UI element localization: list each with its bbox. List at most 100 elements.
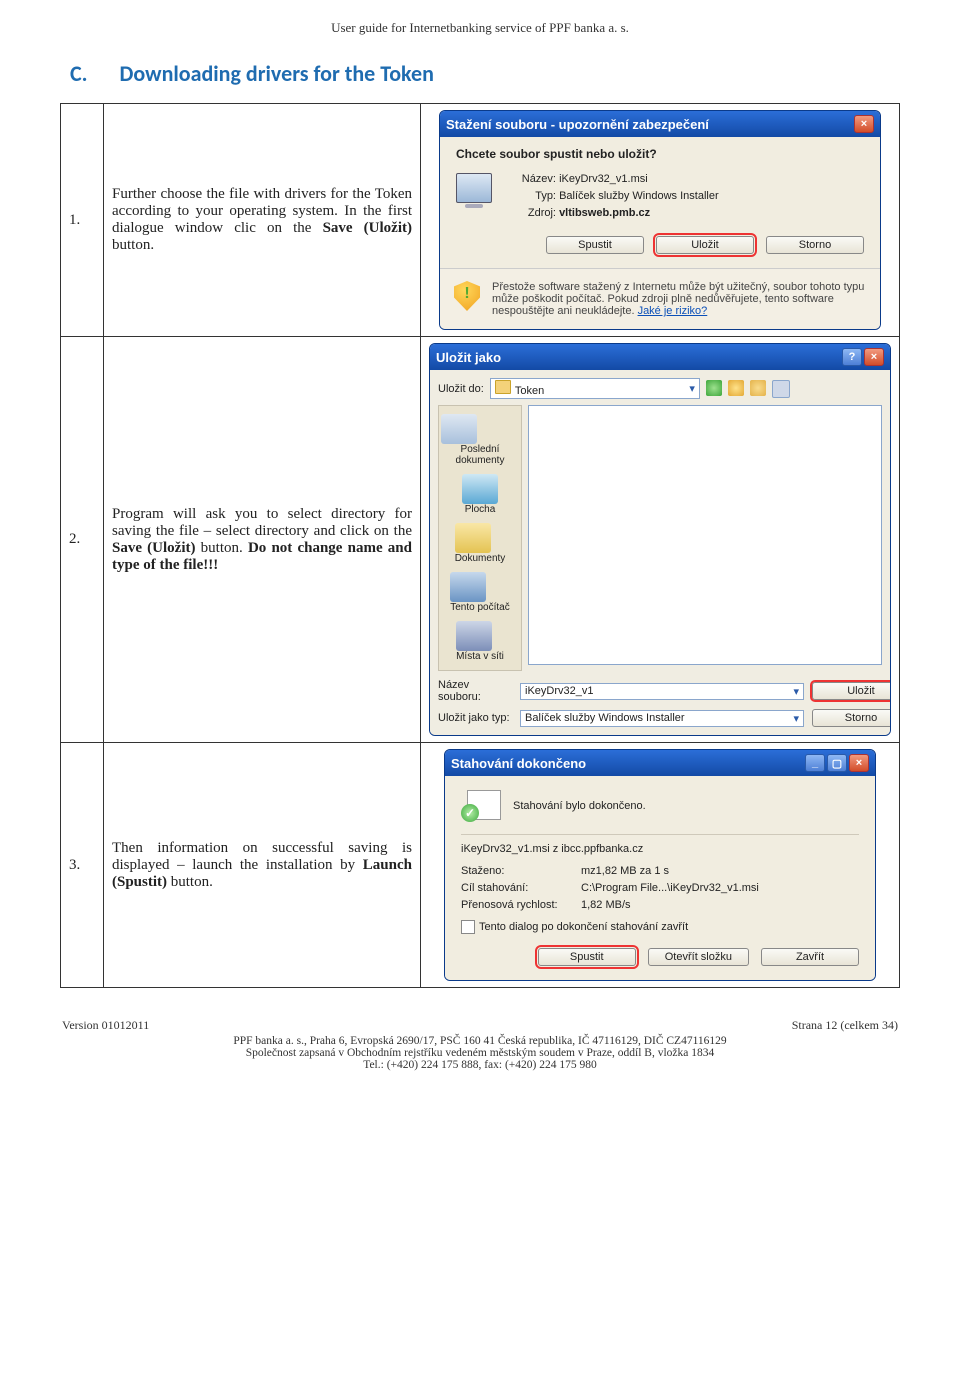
close-button[interactable]: Zavřít	[761, 948, 859, 966]
save-button[interactable]: Uložit	[812, 682, 891, 700]
security-dialog: Stažení souboru - upozornění zabezpečení…	[439, 110, 881, 330]
download-complete-dialog: Stahování dokončeno _ ▢ × ✓ Stahování	[444, 749, 876, 981]
close-icon[interactable]: ×	[854, 115, 874, 133]
warning-box: Přestože software stažený z Internetu mů…	[440, 268, 880, 329]
version-text: Version 01012011	[62, 1018, 149, 1033]
chevron-down-icon: ▾	[689, 382, 695, 395]
text: Program will ask you to select directory…	[112, 506, 412, 539]
filename-label: Název souboru:	[438, 679, 512, 703]
dialog-titlebar: Stažení souboru - upozornění zabezpečení…	[440, 111, 880, 137]
label: Poslední dokumenty	[441, 444, 519, 466]
place-computer[interactable]: Tento počítač	[450, 572, 509, 613]
up-icon[interactable]	[728, 380, 744, 396]
checkbox-icon	[461, 920, 475, 934]
value: C:\Program File...\iKeyDrv32_v1.msi	[581, 882, 759, 894]
label: Typ:	[510, 188, 556, 205]
place-desktop[interactable]: Plocha	[462, 474, 498, 515]
text: button.	[196, 540, 243, 556]
place-documents[interactable]: Dokumenty	[455, 523, 506, 564]
text-bold: Save (Uložit)	[323, 220, 412, 236]
step-screenshot: Stažení souboru - upozornění zabezpečení…	[421, 104, 900, 337]
risk-link[interactable]: Jaké je riziko?	[638, 305, 708, 317]
views-icon[interactable]	[772, 380, 790, 398]
page-number: Strana 12 (celkem 34)	[792, 1018, 898, 1033]
label: Název:	[510, 171, 556, 188]
dialog-subtitle: Chcete soubor spustit nebo uložit?	[456, 147, 864, 161]
text: button.	[112, 237, 154, 253]
help-icon[interactable]: ?	[842, 348, 862, 366]
file-source: vltibsweb.pmb.cz	[559, 207, 650, 219]
filetype-value: Balíček služby Windows Installer	[525, 712, 685, 724]
label: Cíl stahování:	[461, 880, 581, 897]
file-type: Balíček služby Windows Installer	[559, 190, 719, 202]
label: Místa v síti	[456, 651, 504, 662]
dialog-title: Stahování dokončeno	[451, 756, 586, 771]
label: Tento počítač	[450, 602, 509, 613]
step-number: 3.	[61, 743, 104, 988]
place-recent[interactable]: Poslední dokumenty	[441, 414, 519, 466]
chevron-down-icon: ▾	[793, 685, 799, 698]
steps-table: 1. Further choose the file with drivers …	[60, 103, 900, 988]
text-bold: Save (Uložit)	[112, 540, 196, 556]
minimize-icon[interactable]: _	[805, 754, 825, 772]
label: Zdroj:	[510, 205, 556, 222]
footer-line: PPF banka a. s., Praha 6, Evropská 2690/…	[60, 1035, 900, 1047]
label: Tento dialog po dokončení stahování zavř…	[479, 921, 688, 933]
section-letter: C.	[70, 60, 88, 87]
step-screenshot: Uložit jako ? × Uložit do: Token ▾	[421, 337, 900, 743]
save-in-label: Uložit do:	[438, 383, 484, 395]
back-icon[interactable]	[706, 380, 722, 396]
label: Staženo:	[461, 863, 581, 880]
folder-icon	[495, 380, 511, 394]
open-folder-button[interactable]: Otevřít složku	[648, 948, 749, 966]
file-list-area[interactable]	[528, 405, 882, 665]
filename-value: iKeyDrv32_v1	[525, 685, 593, 697]
cancel-button[interactable]: Storno	[766, 236, 864, 254]
step-screenshot: Stahování dokončeno _ ▢ × ✓ Stahování	[421, 743, 900, 988]
folder-name: Token	[515, 385, 544, 397]
download-complete-icon: ✓	[461, 788, 501, 824]
run-button[interactable]: Spustit	[546, 236, 644, 254]
new-folder-icon[interactable]	[750, 380, 766, 396]
label: Dokumenty	[455, 553, 506, 564]
places-bar: Poslední dokumenty Plocha Dokumenty Tent…	[438, 405, 522, 671]
dialog-title: Stažení souboru - upozornění zabezpečení	[446, 117, 709, 132]
filetype-label: Uložit jako typ:	[438, 712, 512, 724]
file-name: iKeyDrv32_v1.msi	[559, 173, 648, 185]
step-number: 1.	[61, 104, 104, 337]
step-text: Then information on successful saving is…	[104, 743, 421, 988]
page-header: User guide for Internetbanking service o…	[60, 20, 900, 36]
step-number: 2.	[61, 337, 104, 743]
text: button.	[167, 874, 213, 890]
filename-input[interactable]: iKeyDrv32_v1 ▾	[520, 683, 804, 700]
run-button[interactable]: Spustit	[538, 948, 636, 966]
section-heading: C. Downloading drivers for the Token	[60, 60, 900, 87]
folder-dropdown[interactable]: Token ▾	[490, 378, 700, 399]
value: mz1,82 MB za 1 s	[581, 865, 669, 877]
dialog-titlebar: Stahování dokončeno _ ▢ ×	[445, 750, 875, 776]
footer-line: Tel.: (+420) 224 175 888, fax: (+420) 22…	[60, 1059, 900, 1071]
filetype-dropdown[interactable]: Balíček služby Windows Installer ▾	[520, 710, 804, 727]
label: Přenosová rychlost:	[461, 897, 581, 914]
save-as-dialog: Uložit jako ? × Uložit do: Token ▾	[429, 343, 891, 736]
dialog-title: Uložit jako	[436, 350, 501, 365]
maximize-icon[interactable]: ▢	[827, 754, 847, 772]
chevron-down-icon: ▾	[793, 712, 799, 725]
place-network[interactable]: Místa v síti	[456, 621, 504, 662]
value: 1,82 MB/s	[581, 899, 631, 911]
shield-icon	[454, 281, 480, 311]
close-on-finish-checkbox[interactable]: Tento dialog po dokončení stahování zavř…	[461, 920, 859, 934]
cancel-button[interactable]: Storno	[812, 709, 891, 727]
label: Plocha	[462, 504, 498, 515]
step-text: Further choose the file with drivers for…	[104, 104, 421, 337]
dialog-titlebar: Uložit jako ? ×	[430, 344, 890, 370]
installer-icon	[456, 171, 496, 211]
close-icon[interactable]: ×	[849, 754, 869, 772]
save-button[interactable]: Uložit	[656, 236, 754, 254]
downloaded-file: iKeyDrv32_v1.msi z ibcc.ppfbanka.cz	[461, 843, 859, 855]
section-title: Downloading drivers for the Token	[120, 60, 434, 87]
done-text: Stahování bylo dokončeno.	[513, 800, 646, 812]
footer-line: Společnost zapsaná v Obchodním rejstříku…	[60, 1047, 900, 1059]
close-icon[interactable]: ×	[864, 348, 884, 366]
step-text: Program will ask you to select directory…	[104, 337, 421, 743]
